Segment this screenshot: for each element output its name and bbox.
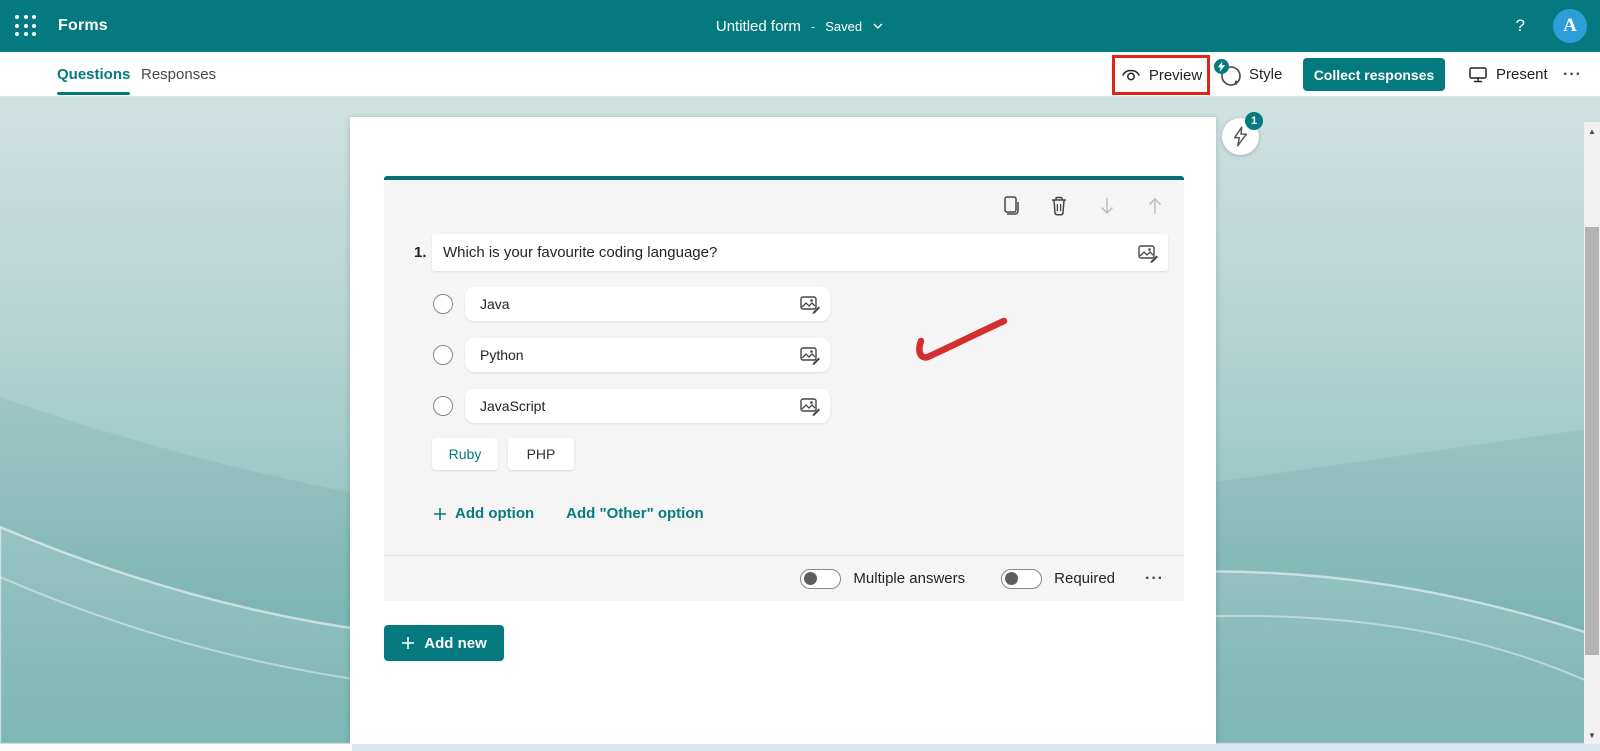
vertical-scrollbar[interactable]: ▲ ▼	[1584, 122, 1600, 744]
add-icon	[434, 507, 446, 520]
add-new-label: Add new	[424, 634, 487, 652]
question-title-input[interactable]: Which is your favourite coding language?	[432, 234, 1168, 271]
present-icon	[1469, 67, 1487, 83]
tab-responses[interactable]: Responses	[141, 52, 216, 97]
insert-image-icon[interactable]	[799, 395, 821, 417]
present-button[interactable]: Present	[1468, 52, 1548, 97]
scroll-down-icon[interactable]: ▼	[1584, 728, 1600, 742]
insert-image-icon[interactable]	[799, 344, 821, 366]
option-radio[interactable]	[433, 396, 453, 416]
suggested-option-ruby[interactable]: Ruby	[432, 438, 498, 470]
add-option-button[interactable]: Add option	[433, 505, 534, 522]
form-title[interactable]: Untitled form	[716, 18, 801, 35]
vertical-scroll-thumb[interactable]	[1585, 227, 1599, 655]
multiple-answers-label: Multiple answers	[853, 570, 966, 587]
suggested-option-php[interactable]: PHP	[508, 438, 574, 470]
style-label: Style	[1249, 66, 1283, 83]
required-toggle[interactable]	[1001, 568, 1043, 589]
toolbar-more-icon[interactable]: ···	[1563, 52, 1582, 97]
add-other-option-button[interactable]: Add "Other" option	[566, 505, 704, 522]
app-launcher-icon[interactable]	[13, 13, 39, 39]
avatar[interactable]: A	[1553, 9, 1587, 43]
question-block: 1. Which is your favourite coding langua…	[384, 176, 1184, 601]
option-input[interactable]: Java	[465, 287, 830, 321]
collect-responses-button[interactable]: Collect responses	[1303, 58, 1445, 91]
question-footer: Multiple answers Required ···	[384, 555, 1184, 601]
preview-icon	[1122, 69, 1140, 81]
add-option-label: Add option	[455, 505, 535, 522]
scroll-up-icon[interactable]: ▲	[1584, 124, 1600, 138]
horizontal-scrollbar[interactable]	[0, 744, 1600, 751]
add-new-button[interactable]: Add new	[384, 625, 504, 661]
style-icon	[1214, 58, 1242, 88]
chevron-down-icon[interactable]	[872, 20, 884, 32]
option-radio[interactable]	[433, 294, 453, 314]
option-input[interactable]: JavaScript	[465, 389, 830, 423]
style-badge-icon	[1214, 58, 1229, 74]
form-card: 1. Which is your favourite coding langua…	[350, 117, 1216, 744]
option-row: Python	[384, 338, 1184, 372]
option-input[interactable]: Python	[465, 338, 830, 372]
preview-label: Preview	[1148, 66, 1203, 84]
save-status: Saved	[825, 18, 863, 34]
help-icon[interactable]: ?	[1516, 16, 1525, 36]
move-down-icon[interactable]	[1095, 194, 1118, 217]
tab-questions[interactable]: Questions	[57, 52, 131, 97]
app-title: Forms	[58, 17, 108, 34]
option-radio[interactable]	[433, 345, 453, 365]
move-up-icon[interactable]	[1143, 194, 1166, 217]
preview-button[interactable]: Preview	[1112, 55, 1210, 95]
multiple-answers-toggle[interactable]	[800, 568, 842, 589]
option-row: JavaScript	[384, 389, 1184, 423]
option-row: Java	[384, 287, 1184, 321]
horizontal-scroll-thumb[interactable]	[0, 744, 352, 751]
add-icon	[402, 637, 415, 649]
form-title-group[interactable]: Untitled form - Saved	[716, 0, 884, 52]
required-label: Required	[1054, 570, 1116, 587]
option-label: Java	[480, 296, 510, 312]
option-label: JavaScript	[480, 398, 546, 414]
copy-icon[interactable]	[999, 194, 1022, 217]
style-button[interactable]: Style	[1214, 52, 1283, 97]
insert-image-icon[interactable]	[1137, 242, 1159, 264]
question-title-text: Which is your favourite coding language?	[443, 244, 718, 261]
delete-icon[interactable]	[1047, 194, 1070, 217]
ideas-icon	[1233, 126, 1248, 147]
title-separator: -	[810, 18, 816, 34]
app-header: Forms Untitled form - Saved ? A	[0, 0, 1600, 52]
present-label: Present	[1496, 66, 1548, 83]
question-more-icon[interactable]: ···	[1145, 570, 1164, 588]
form-toolbar: Questions Responses Preview Style Collec…	[0, 52, 1600, 97]
option-label: Python	[480, 347, 524, 363]
question-number: 1.	[414, 244, 427, 261]
insert-image-icon[interactable]	[799, 293, 821, 315]
ideas-badge: 1	[1245, 112, 1263, 130]
